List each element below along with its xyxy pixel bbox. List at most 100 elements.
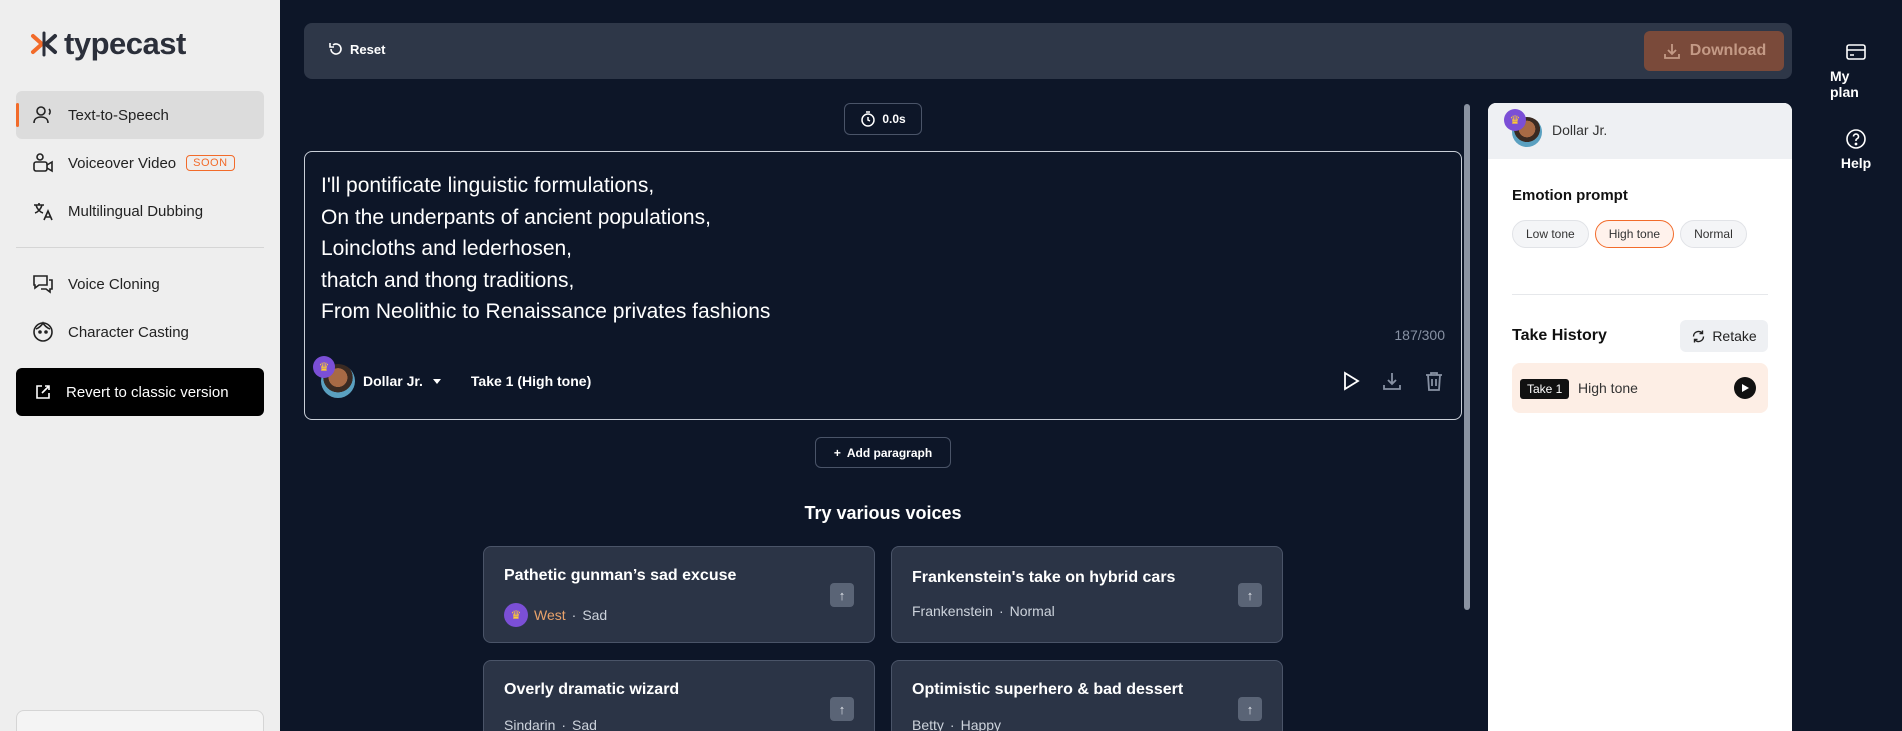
panel-voice-header[interactable]: ♛ Dollar Jr. — [1488, 103, 1792, 159]
chip-high-tone[interactable]: High tone — [1594, 220, 1675, 248]
trash-icon[interactable] — [1423, 370, 1445, 392]
sidebar-item-label: Character Casting — [68, 323, 189, 341]
card-meta: Betty · Happy — [912, 717, 1001, 731]
take-history-item[interactable]: Take 1 High tone — [1512, 363, 1768, 413]
video-person-icon — [33, 153, 53, 173]
voice-name: Dollar Jr. — [363, 373, 423, 389]
card-meta: Frankenstein · Normal — [912, 603, 1055, 619]
arrow-up-icon[interactable]: ↑ — [1238, 583, 1262, 607]
card-separator: · — [561, 717, 567, 731]
sidebar-item-voice-cloning[interactable]: Voice Cloning — [16, 260, 264, 308]
help-link[interactable]: Help — [1830, 127, 1882, 171]
take-history-title: Take History — [1512, 327, 1607, 344]
editor-line: From Neolithic to Renaissance privates f… — [321, 300, 771, 323]
editor-actions — [1339, 370, 1445, 392]
my-plan-label: My plan — [1830, 68, 1859, 100]
credit-card-icon — [1846, 44, 1866, 60]
retake-icon — [1693, 330, 1705, 342]
voice-settings-panel: ♛ Dollar Jr. Emotion prompt Low tone Hig… — [1488, 103, 1792, 731]
sidebar-item-character-casting[interactable]: Character Casting — [16, 308, 264, 356]
card-title: Overly dramatic wizard — [504, 681, 680, 698]
take-badge: Take 1 — [1520, 379, 1570, 399]
sidebar-bottom-card[interactable] — [16, 710, 264, 731]
crown-icon: ♛ — [1504, 109, 1526, 131]
avatar: ♛ — [1504, 109, 1542, 147]
sidebar-item-text-to-speech[interactable]: Text-to-Speech — [16, 91, 264, 139]
avatar: ♛ — [313, 356, 355, 398]
card-voice: Betty — [912, 717, 944, 731]
caret-down-icon — [432, 379, 441, 384]
card-emotion: Sad — [582, 607, 608, 623]
reset-label: Reset — [350, 41, 386, 57]
take-emotion: High tone — [1578, 380, 1638, 396]
reset-button[interactable]: Reset — [328, 41, 385, 57]
sidebar-item-multilingual-dubbing[interactable]: Multilingual Dubbing — [16, 187, 264, 235]
card-emotion: Sad — [572, 717, 597, 731]
emotion-prompt-title: Emotion prompt — [1512, 187, 1628, 204]
download-label: Download — [1689, 42, 1767, 59]
card-voice: Frankenstein — [912, 603, 993, 619]
reset-icon — [329, 43, 342, 55]
chip-low-tone[interactable]: Low tone — [1512, 220, 1589, 248]
panel-voice-name: Dollar Jr. — [1552, 122, 1608, 138]
retake-button[interactable]: Retake — [1680, 320, 1768, 352]
card-emotion: Happy — [960, 717, 1002, 731]
sidebar: typecast Text-to-Speech Voiceover Video … — [0, 0, 280, 731]
voice-person-icon — [33, 106, 51, 124]
card-title: Pathetic gunman’s sad excuse — [504, 567, 737, 584]
voice-sample-card[interactable]: Overly dramatic wizard Sindarin · Sad ↑ — [483, 660, 875, 731]
soon-badge: SOON — [186, 155, 235, 171]
editor-text[interactable]: I'll pontificate linguistic formulations… — [321, 170, 770, 328]
sidebar-item-label: Multilingual Dubbing — [68, 202, 204, 220]
card-meta: Sindarin · Sad — [504, 717, 597, 731]
arrow-up-icon[interactable]: ↑ — [830, 697, 854, 721]
card-title: Optimistic superhero & bad dessert — [912, 681, 1184, 698]
duration-button[interactable]: 0.0s — [844, 103, 922, 135]
voice-sample-card[interactable]: Frankenstein's take on hybrid cars Frank… — [891, 546, 1283, 643]
panel-divider — [1512, 294, 1768, 295]
add-paragraph-button[interactable]: + Add paragraph — [815, 437, 951, 468]
plus-icon: + — [833, 445, 841, 460]
arrow-up-icon[interactable]: ↑ — [830, 583, 854, 607]
face-icon — [33, 321, 53, 342]
external-link-icon — [36, 385, 50, 399]
duration-value: 0.0s — [882, 112, 906, 126]
card-title: Frankenstein's take on hybrid cars — [912, 569, 1176, 586]
arrow-up-icon[interactable]: ↑ — [1238, 697, 1262, 721]
voice-selector[interactable]: ♛ Dollar Jr. Take 1 (High tone) — [313, 356, 591, 398]
download-button[interactable]: Download — [1644, 31, 1784, 71]
sidebar-item-label: Voice Cloning — [68, 275, 160, 293]
play-icon[interactable] — [1734, 377, 1756, 399]
crown-icon: ♛ — [313, 356, 335, 378]
card-separator: · — [998, 603, 1004, 619]
voice-sample-card[interactable]: Pathetic gunman’s sad excuse ♛ West · Sa… — [483, 546, 875, 643]
sidebar-divider — [16, 247, 264, 248]
help-label: Help — [1840, 155, 1872, 171]
scrollbar[interactable] — [1464, 104, 1470, 610]
download-icon[interactable] — [1381, 370, 1403, 392]
text-editor[interactable]: I'll pontificate linguistic formulations… — [304, 151, 1462, 420]
card-separator: · — [571, 607, 577, 623]
editor-line: thatch and thong traditions, — [321, 268, 575, 292]
card-meta: ♛ West · Sad — [504, 603, 607, 627]
voice-sample-card[interactable]: Optimistic superhero & bad dessert Betty… — [891, 660, 1283, 731]
card-voice: West — [534, 607, 566, 623]
logo-text: typecast — [64, 26, 186, 61]
editor-line: On the underpants of ancient populations… — [321, 205, 711, 229]
retake-label: Retake — [1712, 328, 1757, 344]
timer-icon — [861, 111, 876, 127]
logo[interactable]: typecast — [30, 26, 186, 62]
revert-classic-button[interactable]: Revert to classic version — [16, 368, 264, 416]
chip-normal[interactable]: Normal — [1680, 220, 1747, 248]
help-icon — [1846, 129, 1866, 149]
card-voice: Sindarin — [504, 717, 556, 731]
my-plan-link[interactable]: My plan — [1830, 40, 1882, 100]
toolbar: Reset Download — [304, 23, 1792, 79]
sidebar-item-voiceover-video[interactable]: Voiceover Video SOON — [16, 139, 264, 187]
add-paragraph-label: Add paragraph — [846, 445, 933, 460]
card-emotion: Normal — [1009, 603, 1055, 619]
play-icon[interactable] — [1339, 370, 1361, 392]
try-voices-title: Try various voices — [804, 503, 962, 523]
editor-line: I'll pontificate linguistic formulations… — [321, 174, 655, 197]
translate-icon — [34, 203, 53, 221]
